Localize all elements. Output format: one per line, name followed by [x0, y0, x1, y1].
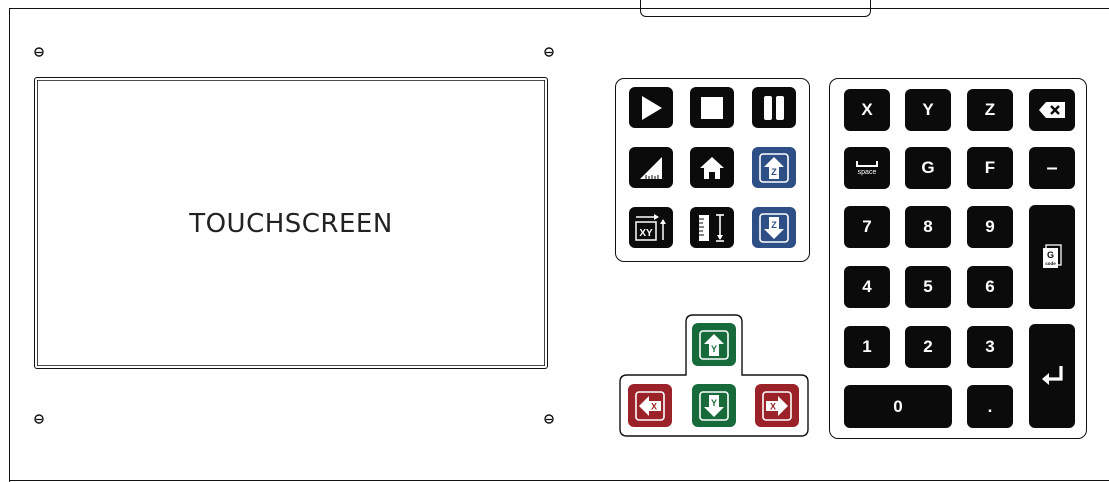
space-label: space: [857, 169, 877, 176]
arrow-down-icon: Y: [699, 390, 729, 421]
y-up-button[interactable]: Y: [692, 323, 736, 366]
arrow-up-icon: Y: [699, 329, 729, 360]
z-up-button[interactable]: Z: [752, 147, 796, 188]
home-icon: [700, 156, 724, 179]
key-x[interactable]: X: [844, 89, 890, 131]
screw-icon: [544, 414, 554, 424]
svg-text:Z: Z: [771, 167, 777, 177]
keypad-panel: X Y Z space G F – 7 8 9 Gcode 4 5 6 1 2 …: [829, 78, 1087, 439]
screw-icon: [34, 414, 44, 424]
key-z[interactable]: Z: [967, 89, 1013, 131]
key-0[interactable]: 0: [844, 385, 952, 428]
key-2[interactable]: 2: [905, 326, 951, 368]
key-gcode[interactable]: Gcode: [1029, 205, 1075, 309]
y-down-button[interactable]: Y: [692, 384, 736, 427]
z-probe-button[interactable]: [690, 207, 734, 248]
home-button[interactable]: [690, 147, 734, 188]
svg-text:Y: Y: [711, 344, 717, 354]
key-3[interactable]: 3: [967, 326, 1013, 368]
svg-text:G: G: [1047, 250, 1054, 260]
z-down-icon: Z: [759, 212, 789, 243]
stop-button[interactable]: [690, 87, 734, 128]
backspace-icon: [1039, 102, 1065, 118]
xy-zero-button[interactable]: XY: [629, 207, 673, 248]
key-4[interactable]: 4: [844, 266, 890, 308]
play-button[interactable]: [629, 87, 673, 128]
pause-button[interactable]: [752, 87, 796, 128]
arrow-right-icon: X: [762, 390, 792, 421]
screw-icon: [34, 47, 44, 57]
svg-text:X: X: [651, 401, 657, 411]
key-f[interactable]: F: [967, 147, 1013, 189]
key-backspace[interactable]: [1029, 89, 1075, 131]
enter-icon: [1042, 366, 1063, 385]
key-5[interactable]: 5: [905, 266, 951, 308]
key-g[interactable]: G: [905, 147, 951, 189]
key-8[interactable]: 8: [905, 206, 951, 248]
space-icon: [856, 161, 878, 167]
x-right-button[interactable]: X: [755, 384, 799, 427]
z-up-icon: Z: [759, 152, 789, 183]
key-6[interactable]: 6: [967, 266, 1013, 308]
touchscreen[interactable]: TOUCHSCREEN: [34, 77, 548, 369]
measure-button[interactable]: [629, 147, 673, 188]
z-down-button[interactable]: Z: [752, 207, 796, 248]
screw-icon: [544, 47, 554, 57]
pause-icon: [764, 95, 784, 120]
key-space[interactable]: space: [844, 147, 890, 189]
arrow-left-icon: X: [635, 390, 665, 421]
machine-front-panel: TOUCHSCREEN Z XY Z Y X Y X X Y Z space G…: [0, 0, 1109, 482]
gcode-file-icon: Gcode: [1043, 244, 1062, 268]
key-1[interactable]: 1: [844, 326, 890, 368]
svg-text:X: X: [770, 401, 776, 411]
key-minus[interactable]: –: [1029, 147, 1075, 189]
ruler-triangle-icon: [640, 156, 662, 179]
key-7[interactable]: 7: [844, 206, 890, 248]
top-notch: [640, 0, 871, 17]
z-probe-icon: [699, 213, 724, 242]
key-enter[interactable]: [1029, 324, 1075, 428]
key-dot[interactable]: .: [967, 385, 1013, 428]
frame-bottom-edge: [9, 480, 1109, 481]
stop-icon: [701, 96, 723, 119]
key-9[interactable]: 9: [967, 206, 1013, 248]
control-panel: Z XY Z: [615, 78, 810, 262]
svg-text:code: code: [1045, 261, 1056, 266]
key-y[interactable]: Y: [905, 89, 951, 131]
x-left-button[interactable]: X: [628, 384, 672, 427]
touchscreen-label: TOUCHSCREEN: [189, 209, 393, 239]
xy-zero-icon: XY: [635, 213, 666, 241]
svg-text:Z: Z: [771, 220, 777, 230]
svg-text:XY: XY: [639, 228, 653, 239]
svg-text:Y: Y: [711, 398, 717, 408]
play-icon: [642, 95, 662, 120]
